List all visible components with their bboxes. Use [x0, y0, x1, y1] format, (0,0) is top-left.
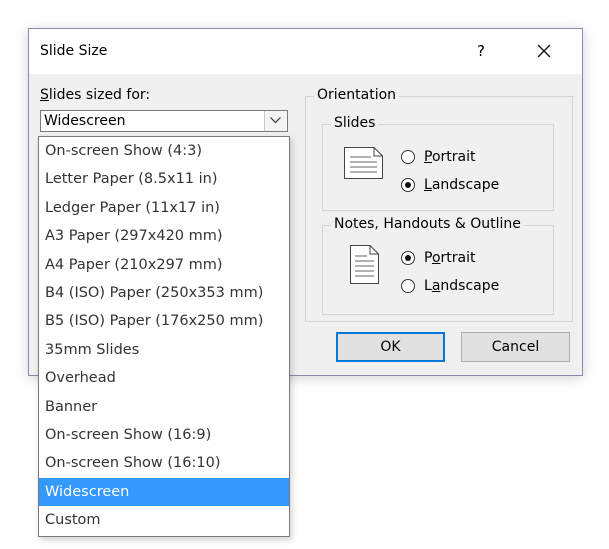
- notes-group-label: Notes, Handouts & Outline: [331, 216, 524, 232]
- notes-portrait-radio[interactable]: [401, 251, 415, 265]
- dropdown-item[interactable]: Ledger Paper (11x17 in): [39, 194, 289, 222]
- dialog-title: Slide Size: [40, 43, 108, 59]
- portrait-page-icon: [350, 245, 379, 284]
- notes-landscape-radio[interactable]: [401, 279, 415, 293]
- title-bar[interactable]: Slide Size ?: [29, 29, 582, 74]
- notes-landscape-label: Landscape: [424, 278, 500, 294]
- dropdown-item[interactable]: 35mm Slides: [39, 336, 289, 364]
- slides-landscape-option[interactable]: Landscape: [401, 177, 499, 193]
- dropdown-item[interactable]: B5 (ISO) Paper (176x250 mm): [39, 307, 289, 335]
- close-icon: [537, 44, 551, 58]
- notes-handouts-outline-group: Notes, Handouts & Outline Portrait Lands…: [322, 216, 554, 315]
- chevron-down-icon: [270, 117, 281, 124]
- slides-sized-for-label: Slides sized for:: [40, 87, 151, 103]
- slides-group-label: Slides: [331, 115, 379, 131]
- ok-button[interactable]: OK: [336, 332, 445, 362]
- slides-portrait-label: Portrait: [424, 149, 476, 165]
- slides-landscape-radio[interactable]: [401, 178, 415, 192]
- dropdown-item[interactable]: Letter Paper (8.5x11 in): [39, 165, 289, 193]
- dropdown-item[interactable]: Banner: [39, 393, 289, 421]
- dropdown-item[interactable]: Overhead: [39, 364, 289, 392]
- slide-size-dropdown-list: On-screen Show (4:3) Letter Paper (8.5x1…: [38, 136, 290, 537]
- notes-portrait-option[interactable]: Portrait: [401, 250, 476, 266]
- dropdown-item[interactable]: B4 (ISO) Paper (250x353 mm): [39, 279, 289, 307]
- dropdown-item[interactable]: A4 Paper (210x297 mm): [39, 251, 289, 279]
- combobox-dropdown-button[interactable]: [264, 111, 287, 131]
- help-button[interactable]: ?: [469, 39, 493, 63]
- landscape-page-icon: [344, 147, 383, 179]
- slides-sized-for-combobox[interactable]: Widescreen: [40, 110, 288, 132]
- slides-group: Slides Portrait Landscape: [322, 115, 554, 211]
- combobox-value: Widescreen: [44, 113, 126, 129]
- slides-portrait-radio[interactable]: [401, 150, 415, 164]
- dropdown-item-selected[interactable]: Widescreen: [39, 477, 289, 507]
- slides-portrait-option[interactable]: Portrait: [401, 149, 475, 165]
- dropdown-item[interactable]: Custom: [39, 506, 289, 534]
- close-button[interactable]: [532, 38, 556, 64]
- orientation-label: Orientation: [314, 87, 400, 103]
- notes-landscape-option[interactable]: Landscape: [401, 278, 499, 294]
- dropdown-item[interactable]: A3 Paper (297x420 mm): [39, 222, 289, 250]
- notes-portrait-label: Portrait: [424, 250, 476, 266]
- cancel-button[interactable]: Cancel: [461, 332, 570, 362]
- orientation-group: Orientation Slides Portrait Landscape No…: [305, 87, 573, 322]
- slides-landscape-label: Landscape: [424, 177, 500, 193]
- dropdown-item[interactable]: On-screen Show (16:9): [39, 421, 289, 449]
- dropdown-item[interactable]: On-screen Show (16:10): [39, 449, 289, 477]
- dropdown-item[interactable]: On-screen Show (4:3): [39, 137, 289, 165]
